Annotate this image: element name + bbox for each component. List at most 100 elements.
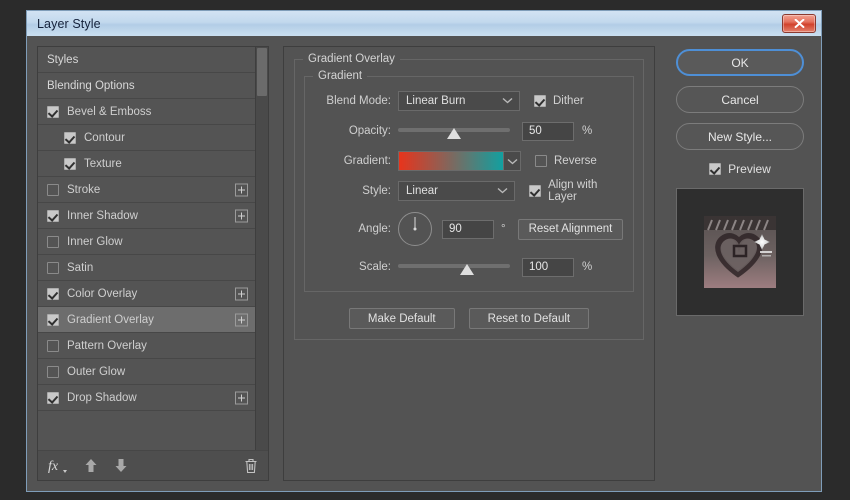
checkbox-bevel-emboss[interactable] — [47, 106, 59, 118]
sidebar-item-stroke[interactable]: Stroke — [38, 177, 255, 203]
scale-input[interactable]: 100 — [522, 258, 574, 277]
sidebar-item-pattern-overlay[interactable]: Pattern Overlay — [38, 333, 255, 359]
scale-row: Scale: 100 % — [313, 257, 625, 277]
checkbox-satin[interactable] — [47, 262, 59, 274]
sidebar-item-texture[interactable]: Texture — [38, 151, 255, 177]
checkbox-outer-glow[interactable] — [47, 366, 59, 378]
window-title: Layer Style — [37, 17, 101, 31]
style-label: Style: — [313, 185, 391, 197]
checkbox-align-with-layer[interactable] — [529, 185, 541, 197]
sidebar-item-drop-shadow[interactable]: Drop Shadow — [38, 385, 255, 411]
checkbox-gradient-overlay[interactable] — [47, 314, 59, 326]
checkbox-inner-glow[interactable] — [47, 236, 59, 248]
section-title: Gradient Overlay — [303, 53, 400, 65]
chevron-down-icon — [497, 185, 508, 197]
add-effect-button[interactable] — [235, 313, 248, 326]
close-button[interactable] — [782, 14, 816, 33]
add-effect-button[interactable] — [235, 183, 248, 196]
scrollbar-thumb[interactable] — [257, 48, 267, 96]
checkbox-preview[interactable] — [709, 163, 721, 175]
sidebar-item-inner-shadow[interactable]: Inner Shadow — [38, 203, 255, 229]
add-effect-button[interactable] — [235, 287, 248, 300]
add-effect-button[interactable] — [235, 391, 248, 404]
sidebar-item-inner-glow[interactable]: Inner Glow — [38, 229, 255, 255]
sidebar-item-label: Satin — [67, 262, 93, 274]
title-bar[interactable]: Layer Style — [27, 11, 821, 36]
styles-panel: Styles Blending Options Bevel & Emboss C… — [37, 46, 269, 481]
sidebar-item-label: Drop Shadow — [67, 392, 137, 404]
styles-list: Styles Blending Options Bevel & Emboss C… — [38, 47, 256, 450]
opacity-value: 50 — [529, 125, 542, 137]
checkbox-stroke[interactable] — [47, 184, 59, 196]
checkbox-contour[interactable] — [64, 132, 76, 144]
default-buttons-group: Make Default Reset to Default — [304, 308, 634, 329]
ok-button[interactable]: OK — [676, 49, 804, 76]
opacity-slider[interactable] — [398, 122, 510, 140]
sidebar-item-blending-options[interactable]: Blending Options — [38, 73, 255, 99]
style-select[interactable]: Linear — [398, 181, 515, 201]
close-icon — [794, 19, 805, 28]
group-title: Gradient — [313, 70, 367, 82]
add-effect-button[interactable] — [235, 209, 248, 222]
checkbox-texture[interactable] — [64, 158, 76, 170]
sidebar-item-satin[interactable]: Satin — [38, 255, 255, 281]
reset-to-default-button[interactable]: Reset to Default — [469, 308, 589, 329]
arrow-up-icon[interactable] — [84, 458, 98, 473]
reverse-checkbox-row[interactable]: Reverse — [535, 155, 597, 167]
angle-hub — [414, 228, 417, 231]
sidebar-item-label: Styles — [47, 54, 78, 66]
layer-preview-thumbnail — [704, 216, 776, 288]
blend-mode-label: Blend Mode: — [313, 95, 391, 107]
blend-mode-select[interactable]: Linear Burn — [398, 91, 520, 111]
sidebar-item-label: Color Overlay — [67, 288, 137, 300]
scale-unit: % — [582, 261, 592, 273]
checkbox-dither[interactable] — [534, 95, 546, 107]
styles-list-filler — [38, 411, 255, 450]
sidebar-item-gradient-overlay[interactable]: Gradient Overlay — [38, 307, 255, 333]
reset-alignment-button[interactable]: Reset Alignment — [518, 219, 624, 240]
angle-input[interactable]: 90 — [442, 220, 494, 239]
scale-slider[interactable] — [398, 258, 510, 276]
angle-dial-icon[interactable] — [398, 212, 432, 246]
opacity-input[interactable]: 50 — [522, 122, 574, 141]
preview-label: Preview — [728, 162, 771, 176]
align-with-layer-checkbox-row[interactable]: Align with Layer — [529, 179, 625, 203]
align-with-layer-label: Align with Layer — [548, 179, 625, 203]
sidebar-item-contour[interactable]: Contour — [38, 125, 255, 151]
new-style-button[interactable]: New Style... — [676, 123, 804, 150]
preview-checkbox-row[interactable]: Preview — [709, 162, 771, 176]
arrow-down-icon[interactable] — [114, 458, 128, 473]
dither-checkbox-row[interactable]: Dither — [534, 95, 584, 107]
gradient-group: Gradient Blend Mode: Linear Burn — [304, 76, 634, 292]
sidebar-item-label: Inner Glow — [67, 236, 123, 248]
style-row: Style: Linear Align with Layer — [313, 181, 625, 201]
styles-list-wrapper: Styles Blending Options Bevel & Emboss C… — [38, 47, 268, 450]
gradient-preset-dropdown[interactable] — [504, 151, 521, 171]
checkbox-color-overlay[interactable] — [47, 288, 59, 300]
style-value: Linear — [406, 185, 438, 197]
sidebar-item-outer-glow[interactable]: Outer Glow — [38, 359, 255, 385]
sidebar-item-label: Blending Options — [47, 80, 135, 92]
fx-menu-icon[interactable]: fx — [48, 457, 68, 474]
gradient-swatch[interactable] — [398, 151, 504, 171]
opacity-row: Opacity: 50 % — [313, 121, 625, 141]
checkbox-drop-shadow[interactable] — [47, 392, 59, 404]
checkbox-reverse[interactable] — [535, 155, 547, 167]
slider-handle[interactable] — [447, 128, 461, 139]
checkbox-pattern-overlay[interactable] — [47, 340, 59, 352]
trash-icon[interactable] — [244, 458, 258, 474]
sidebar-item-label: Outer Glow — [67, 366, 125, 378]
blend-mode-row: Blend Mode: Linear Burn Dither — [313, 91, 625, 111]
checkbox-inner-shadow[interactable] — [47, 210, 59, 222]
opacity-label: Opacity: — [313, 125, 391, 137]
gradient-label: Gradient: — [313, 155, 391, 167]
styles-list-scrollbar[interactable] — [256, 47, 268, 450]
opacity-unit: % — [582, 125, 592, 137]
sidebar-item-color-overlay[interactable]: Color Overlay — [38, 281, 255, 307]
cancel-button[interactable]: Cancel — [676, 86, 804, 113]
sidebar-item-bevel-emboss[interactable]: Bevel & Emboss — [38, 99, 255, 125]
sidebar-item-styles[interactable]: Styles — [38, 47, 255, 73]
chevron-down-icon — [507, 152, 518, 170]
slider-handle[interactable] — [460, 264, 474, 275]
make-default-button[interactable]: Make Default — [349, 308, 455, 329]
